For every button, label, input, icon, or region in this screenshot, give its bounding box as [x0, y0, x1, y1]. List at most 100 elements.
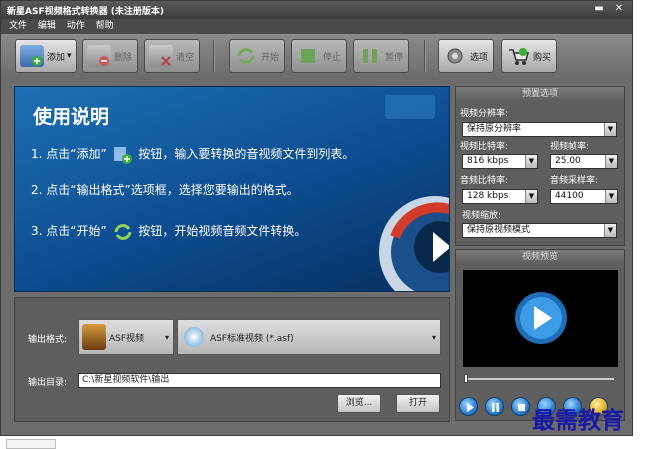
output-dir-label: 输出目录:	[28, 378, 68, 388]
add-file-icon	[113, 146, 133, 164]
chevron-down-icon: ▼	[604, 123, 616, 136]
preview-screen	[463, 270, 618, 367]
delete-file-icon	[87, 45, 111, 67]
clear-list-icon	[149, 45, 173, 67]
video-bitrate-select[interactable]: 816 kbps ▼	[462, 154, 538, 169]
chevron-down-icon: ▼	[604, 224, 616, 237]
open-folder-button[interactable]: 打开	[396, 394, 440, 413]
pause-label: 暂停	[385, 52, 404, 63]
play-icon	[467, 403, 474, 412]
options-button[interactable]: 选项	[438, 39, 494, 73]
output-format-label: 输出格式:	[28, 335, 68, 345]
chevron-down-icon: ▼	[525, 190, 537, 203]
watermark-text: 最需教育	[532, 407, 624, 434]
play-button[interactable]	[459, 397, 478, 416]
menu-help[interactable]: 帮助	[96, 19, 114, 34]
video-bitrate-label: 视频比特率:	[460, 142, 509, 152]
frame-rate-select[interactable]: 25.00 ▼	[550, 154, 618, 169]
close-icon[interactable]: ✕	[613, 3, 625, 15]
options-label: 选项	[470, 52, 489, 63]
step-3-text-a: 3. 点击“开始”	[31, 224, 107, 238]
seek-bar[interactable]	[464, 378, 614, 380]
menu-edit[interactable]: 编辑	[38, 19, 56, 34]
buy-label: 购买	[533, 52, 552, 63]
stop-icon	[518, 404, 525, 411]
menu-file[interactable]: 文件	[9, 19, 27, 34]
menu-bar: 文件 编辑 动作 帮助	[1, 19, 632, 34]
stop-button[interactable]: 停止	[291, 39, 347, 73]
audio-bitrate-label: 音频比特率:	[460, 176, 509, 186]
toolbar-divider	[424, 40, 426, 72]
app-window: 新星ASF视频格式转换器 (未注册版本) ▬ ✕ 文件 编辑 动作 帮助 添加 …	[0, 0, 633, 436]
pause-button[interactable]: 暂停	[353, 39, 409, 73]
add-label: 添加	[47, 52, 66, 63]
video-preview-panel: 视频预览	[455, 249, 625, 421]
output-settings-panel: 输出格式: ASF视频 ▾ ASF标准视频 (*.asf) ▾ 输出目录: C:…	[14, 297, 450, 422]
banner-title: 使用说明	[33, 106, 110, 128]
instruction-step-1: 1. 点击“添加” 按钮，输入要转换的音视频文件到列表。	[31, 145, 354, 164]
add-dropdown-icon[interactable]: ▾	[67, 51, 72, 61]
delete-button[interactable]: 删除	[82, 39, 138, 73]
instructions-banner: 使用说明 1. 点击“添加” 按钮，输入要转换的音视频文件到列表。 2. 点击“…	[14, 86, 450, 292]
chevron-down-icon: ▾	[431, 333, 436, 342]
stop-label: 停止	[323, 52, 342, 63]
chevron-down-icon: ▼	[605, 190, 617, 203]
video-scale-label: 视频缩放:	[462, 211, 502, 221]
start-convert-icon	[234, 45, 258, 67]
chevron-down-icon: ▼	[605, 155, 617, 168]
audio-bitrate-value: 128 kbps	[467, 191, 509, 201]
resolution-select[interactable]: 保持原分辨率 ▼	[462, 122, 617, 137]
preset-options-panel: 预置选项 视频分辨率: 保持原分辨率 ▼ 视频比特率: 视频帧率: 816 kb…	[455, 86, 625, 246]
output-dir-field[interactable]: C:\新星视频软件\输出	[78, 373, 441, 388]
format-profile-select[interactable]: ASF标准视频 (*.asf) ▾	[177, 319, 441, 355]
pause-icon	[492, 403, 499, 412]
format-profile-value: ASF标准视频 (*.asf)	[210, 333, 294, 344]
play-icon	[515, 292, 567, 344]
gear-icon	[443, 45, 467, 67]
menu-action[interactable]: 动作	[67, 19, 85, 34]
audio-bitrate-select[interactable]: 128 kbps ▼	[462, 189, 538, 204]
taskbar-item[interactable]	[6, 439, 56, 449]
format-category-value: ASF视频	[109, 333, 145, 344]
title-bar: 新星ASF视频格式转换器 (未注册版本) ▬ ✕	[1, 1, 632, 19]
start-button[interactable]: 开始	[229, 39, 285, 73]
instruction-step-3: 3. 点击“开始” 按钮，开始视频音频文件转换。	[31, 222, 306, 241]
cart-icon	[506, 45, 530, 67]
browse-button[interactable]: 浏览...	[337, 394, 381, 413]
profile-icon	[184, 327, 204, 347]
seek-handle[interactable]	[464, 374, 468, 383]
instruction-step-2: 2. 点击“输出格式”选项框，选择您要输出的格式。	[31, 183, 299, 197]
stop-preview-button[interactable]	[511, 397, 530, 416]
start-convert-icon	[113, 223, 133, 241]
step-1-text-b: 按钮，输入要转换的音视频文件到列表。	[138, 147, 355, 161]
video-bitrate-value: 816 kbps	[467, 156, 509, 166]
video-scale-select[interactable]: 保持原视频模式 ▼	[462, 223, 617, 238]
pause-preview-button[interactable]	[485, 397, 504, 416]
resolution-value: 保持原分辨率	[467, 124, 522, 134]
format-category-select[interactable]: ASF视频 ▾	[78, 319, 174, 355]
step-3-text-b: 按钮，开始视频音频文件转换。	[138, 224, 307, 238]
add-button[interactable]: 添加 ▾	[15, 39, 77, 73]
clear-label: 清空	[176, 52, 195, 63]
sample-rate-label: 音频采样率:	[550, 176, 599, 186]
clear-button[interactable]: 清空	[144, 39, 200, 73]
chevron-down-icon: ▾	[164, 333, 169, 342]
sample-rate-select[interactable]: 44100 ▼	[550, 189, 618, 204]
delete-label: 删除	[114, 52, 133, 63]
stop-icon	[296, 45, 320, 67]
minimize-icon[interactable]: ▬	[593, 3, 605, 15]
frame-rate-label: 视频帧率:	[550, 142, 590, 152]
asf-format-icon	[82, 324, 106, 350]
resolution-label: 视频分辨率:	[460, 109, 509, 119]
video-preview-header: 视频预览	[456, 250, 624, 264]
step-1-text-a: 1. 点击“添加”	[31, 147, 107, 161]
add-file-icon	[20, 45, 44, 67]
frame-rate-value: 25.00	[555, 156, 581, 166]
preset-options-header: 预置选项	[456, 87, 624, 101]
video-scale-value: 保持原视频模式	[467, 225, 531, 235]
pause-icon	[358, 45, 382, 67]
toolbar-divider	[213, 40, 215, 72]
start-label: 开始	[261, 52, 280, 63]
chevron-down-icon: ▼	[525, 155, 537, 168]
buy-button[interactable]: 购买	[501, 39, 557, 73]
